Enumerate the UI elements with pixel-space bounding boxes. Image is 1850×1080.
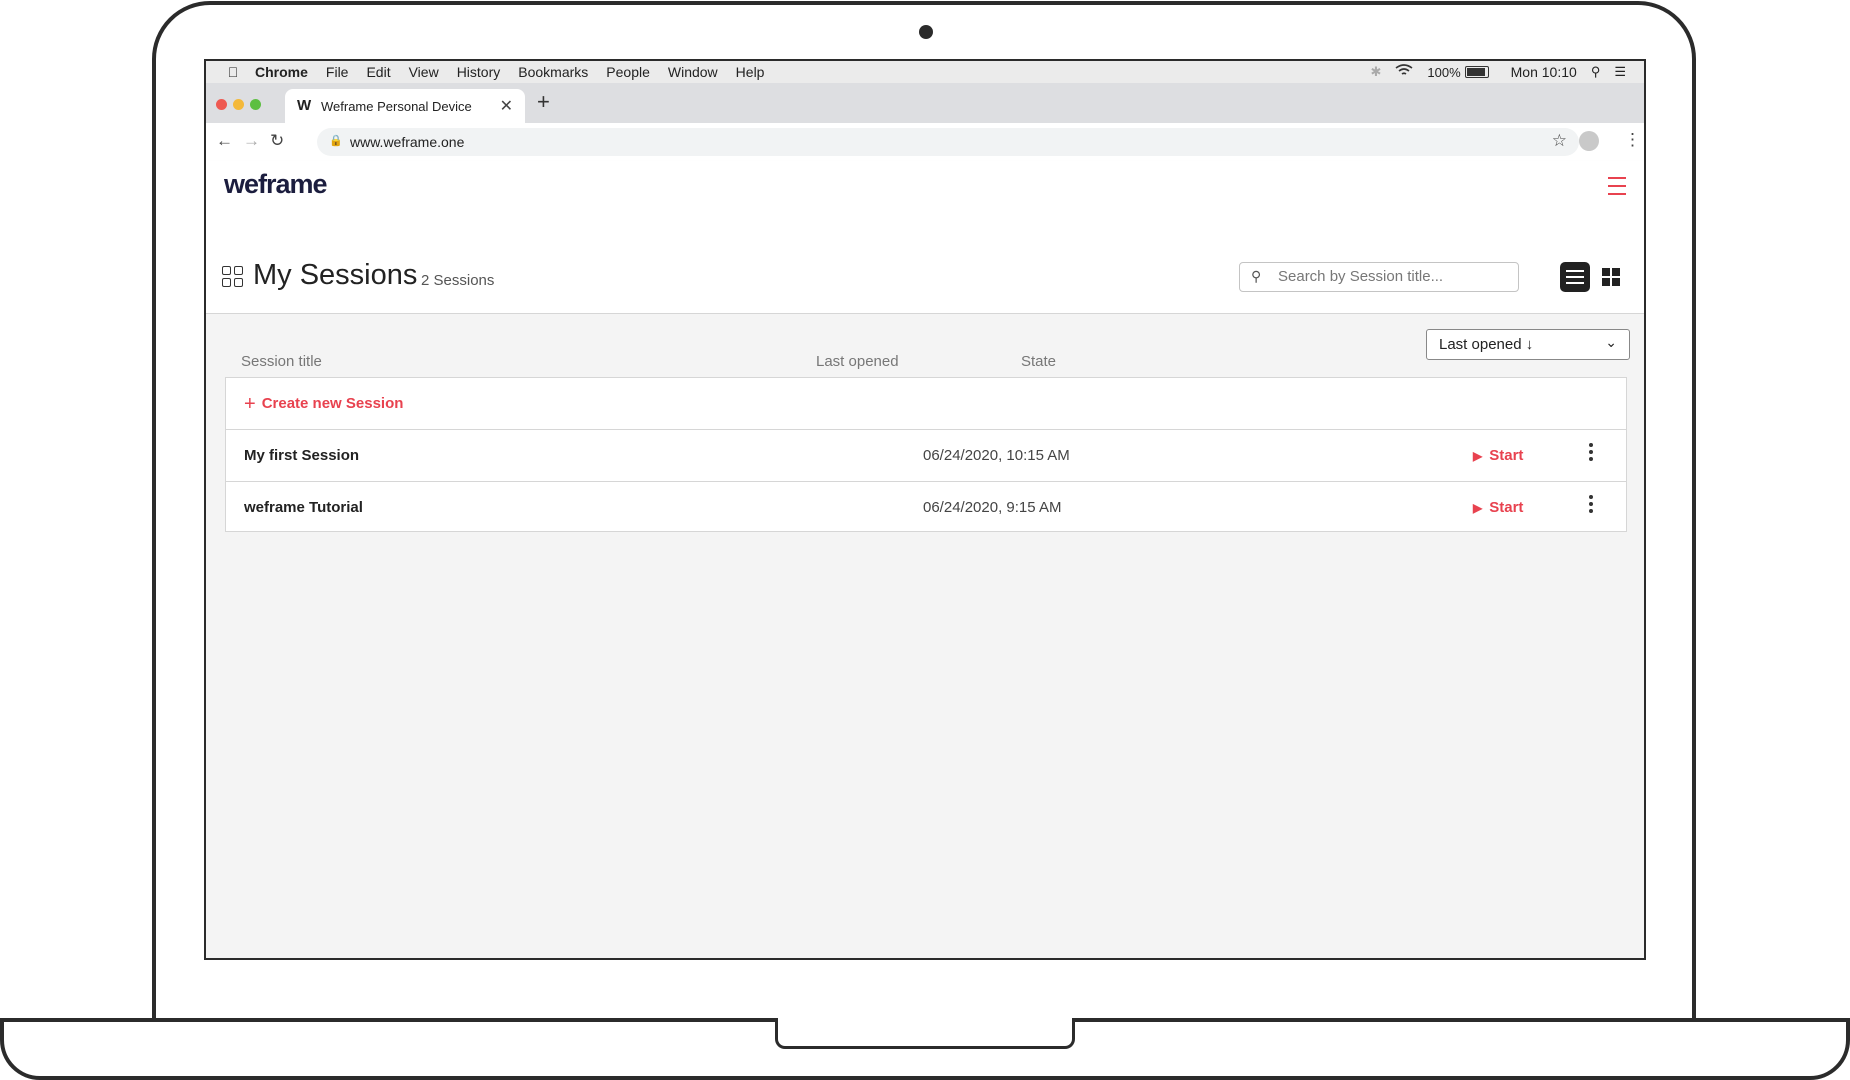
- bluetooth-icon[interactable]: ✱: [1370, 64, 1381, 80]
- notification-center-icon[interactable]: ☰: [1614, 64, 1626, 80]
- play-icon: ▶: [1473, 501, 1483, 515]
- start-session-button[interactable]: ▶ Start: [1473, 447, 1523, 464]
- address-bar[interactable]: 🔒 www.weframe.one ☆: [317, 128, 1579, 156]
- browser-tabbar: W Weframe Personal Device ✕ +: [206, 83, 1644, 123]
- plus-icon: +: [244, 393, 256, 415]
- more-options-icon[interactable]: [1589, 443, 1595, 464]
- hamburger-menu-icon[interactable]: [1608, 177, 1626, 201]
- battery-percent: 100%: [1427, 64, 1461, 80]
- session-last-opened: 06/24/2020, 10:15 AM: [923, 447, 1070, 464]
- browser-menu-icon[interactable]: ⋮: [1624, 130, 1641, 150]
- laptop-notch: [775, 1018, 1075, 1049]
- column-header-state[interactable]: State: [1021, 353, 1056, 370]
- screen:  Chrome File Edit View History Bookmark…: [204, 59, 1646, 960]
- start-label: Start: [1489, 447, 1524, 464]
- sessions-table: + Create new Session My first Session 06/…: [225, 377, 1627, 532]
- table-row[interactable]: weframe Tutorial 06/24/2020, 9:15 AM ▶ St…: [226, 481, 1626, 534]
- menubar-status: ✱ 100% Mon 10:10 ⚲ ☰: [1370, 61, 1626, 83]
- column-header-session-title[interactable]: Session title: [241, 353, 322, 370]
- minimize-window-button[interactable]: [233, 99, 244, 110]
- bookmark-star-icon[interactable]: ☆: [1552, 131, 1567, 151]
- table-row[interactable]: My first Session 06/24/2020, 10:15 AM ▶ S…: [226, 429, 1626, 482]
- tab-title: Weframe Personal Device: [321, 99, 472, 114]
- create-session-button[interactable]: + Create new Session: [244, 393, 403, 416]
- column-header-last-opened[interactable]: Last opened: [816, 353, 899, 370]
- menu-edit[interactable]: Edit: [366, 64, 390, 80]
- reload-icon[interactable]: ↻: [270, 131, 284, 151]
- spotlight-search-icon[interactable]: ⚲: [1591, 64, 1601, 80]
- sort-label: Last opened ↓: [1439, 336, 1534, 353]
- forward-arrow-icon[interactable]: →: [243, 131, 260, 151]
- list-view-toggle-icon[interactable]: [1560, 262, 1590, 292]
- session-count: 2 Sessions: [421, 272, 495, 289]
- menu-people[interactable]: People: [606, 64, 650, 80]
- battery-icon: [1464, 66, 1489, 78]
- page-title: My Sessions: [253, 259, 418, 291]
- weframe-logo[interactable]: weframe: [224, 169, 328, 200]
- play-icon: ▶: [1473, 449, 1483, 463]
- close-tab-icon[interactable]: ✕: [500, 96, 513, 116]
- more-options-icon[interactable]: [1589, 495, 1595, 516]
- browser-toolbar: ← → ↻ 🔒 www.weframe.one ☆ ⋮: [206, 123, 1644, 162]
- menu-help[interactable]: Help: [736, 64, 765, 80]
- create-session-label: Create new Session: [261, 395, 404, 412]
- menu-file[interactable]: File: [326, 64, 349, 80]
- close-window-button[interactable]: [216, 99, 227, 110]
- camera-icon: [919, 25, 933, 39]
- page-header: My Sessions 2 Sessions ⚲: [206, 211, 1644, 314]
- menu-history[interactable]: History: [457, 64, 501, 80]
- menu-bookmarks[interactable]: Bookmarks: [518, 64, 588, 80]
- browser-tab-active[interactable]: W Weframe Personal Device ✕: [285, 89, 525, 123]
- wifi-icon[interactable]: [1395, 64, 1413, 80]
- weframe-favicon-icon: W: [297, 97, 312, 114]
- search-box[interactable]: ⚲: [1239, 262, 1519, 292]
- start-label: Start: [1489, 499, 1524, 516]
- sort-dropdown[interactable]: Last opened ↓ ⌄: [1426, 329, 1630, 360]
- grid-view-toggle-icon[interactable]: [1602, 268, 1620, 286]
- session-last-opened: 06/24/2020, 9:15 AM: [923, 499, 1062, 516]
- search-icon: ⚲: [1251, 268, 1262, 284]
- clock[interactable]: Mon 10:10: [1511, 64, 1577, 80]
- menu-app-name[interactable]: Chrome: [255, 64, 308, 80]
- zoom-window-button[interactable]: [250, 99, 261, 110]
- battery-status[interactable]: 100%: [1427, 64, 1489, 80]
- back-arrow-icon[interactable]: ←: [216, 131, 233, 151]
- apple-icon[interactable]: : [226, 64, 240, 80]
- app-header: weframe: [206, 161, 1644, 211]
- menu-window[interactable]: Window: [668, 64, 718, 80]
- profile-avatar-icon[interactable]: [1579, 131, 1599, 151]
- sessions-grid-icon: [222, 266, 243, 287]
- session-title[interactable]: My first Session: [244, 447, 359, 464]
- new-tab-button[interactable]: +: [537, 89, 550, 115]
- url-text[interactable]: www.weframe.one: [350, 134, 464, 150]
- mac-menubar:  Chrome File Edit View History Bookmark…: [206, 61, 1644, 83]
- search-input[interactable]: [1276, 267, 1510, 286]
- session-title[interactable]: weframe Tutorial: [244, 499, 363, 516]
- start-session-button[interactable]: ▶ Start: [1473, 499, 1523, 516]
- create-session-row[interactable]: + Create new Session: [226, 378, 1626, 430]
- menu-view[interactable]: View: [409, 64, 439, 80]
- chevron-down-icon: ⌄: [1605, 334, 1617, 350]
- lock-icon: 🔒: [329, 135, 343, 147]
